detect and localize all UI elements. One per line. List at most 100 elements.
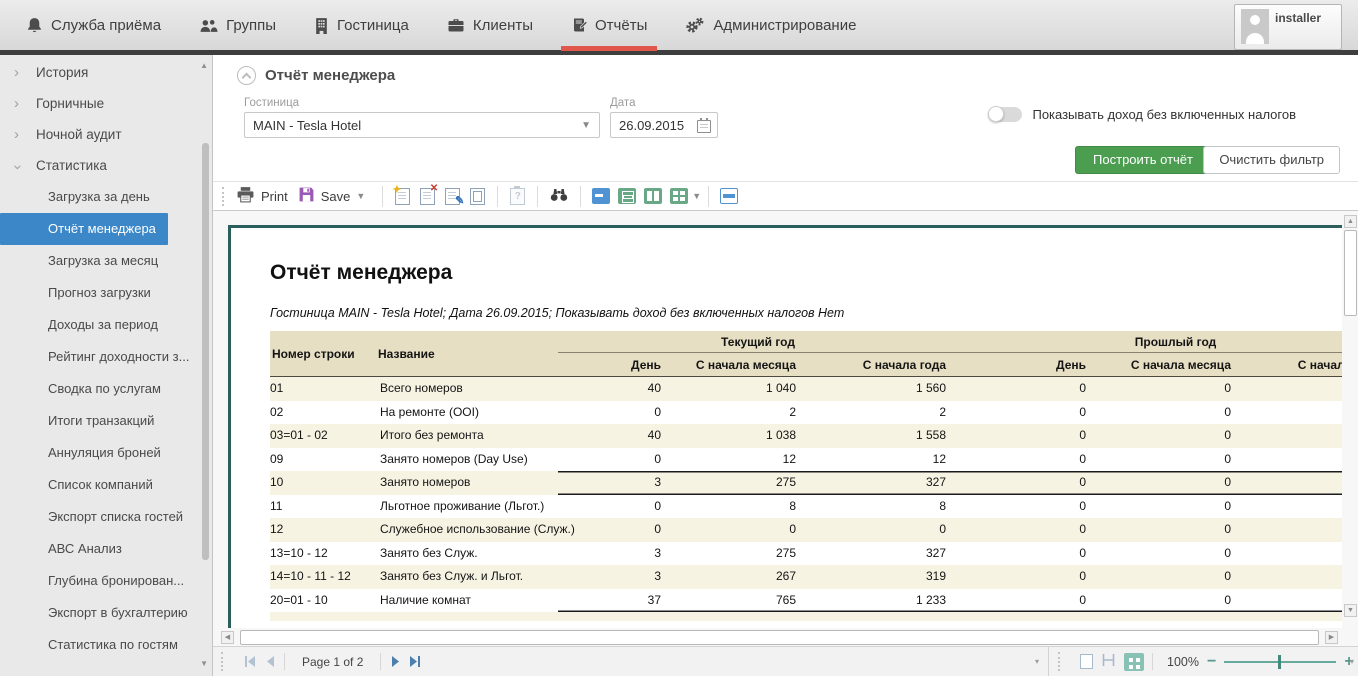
sidebar-sub-daily-load[interactable]: Загрузка за день [0,181,194,213]
zoom-controls: 100% − + [1048,647,1358,676]
horizontal-scrollbar-track[interactable] [240,630,1319,645]
tax-toggle[interactable] [988,107,1022,122]
sidebar-item-housekeeping[interactable]: › Горничные [0,88,194,119]
user-menu[interactable]: installer [1234,4,1342,50]
table-cell: 14=10 - 11 - 12 [270,565,378,589]
zoom-grid-view-icon[interactable] [1124,653,1144,671]
table-cell: 0 [958,424,1098,448]
scroll-down-icon[interactable]: ▼ [1344,604,1357,617]
table-cell: 12 [808,448,958,472]
table-row: 12 Служебное использование (Служ.) 0 0 0… [270,518,1342,542]
zoom-fit-height-icon[interactable] [1101,652,1116,671]
fit-page-width-icon[interactable] [720,188,738,204]
tab-administration[interactable]: Администрирование [685,17,856,34]
sidebar-item-statistics[interactable]: › Статистика [0,150,194,181]
view-multipage-icon[interactable] [670,188,688,204]
table-cell: 40 [558,377,673,401]
clear-filter-button[interactable]: Очистить фильтр [1203,146,1340,174]
table-cell: 1 040 [673,377,808,401]
tab-groups[interactable]: Группы [199,17,276,34]
gears-icon [685,17,705,34]
build-report-button[interactable]: Построить отчёт [1075,146,1211,174]
zoom-out-icon[interactable]: − [1207,655,1216,669]
scroll-right-icon[interactable]: ▶ [1325,631,1338,644]
sidebar-sub-abc-analysis[interactable]: АВС Анализ [0,533,194,565]
sidebar-sub-cancellations[interactable]: Аннуляция броней [0,437,194,469]
tab-hotel[interactable]: Гостиница [314,17,409,34]
table-cell: 0 [958,542,1098,566]
hotel-select-value: MAIN - Tesla Hotel [253,118,361,133]
table-cell: 0 [958,448,1098,472]
scroll-left-icon[interactable]: ◀ [221,631,234,644]
last-page-icon[interactable] [409,656,421,667]
sidebar-item-night-audit[interactable]: › Ночной аудит [0,119,194,150]
sidebar-sub-yield-rating[interactable]: Рейтинг доходности з... [0,341,194,373]
zoom-grip[interactable] [1058,652,1063,671]
tax-toggle-label: Показывать доход без включенных налогов [1032,107,1296,122]
sidebar-sub-period-income[interactable]: Доходы за период [0,309,194,341]
sidebar-scrollbar-thumb[interactable] [202,143,209,560]
tab-clients[interactable]: Клиенты [447,17,533,34]
sidebar-sub-manager-report[interactable]: Отчёт менеджера [0,213,168,245]
toolbar-grip[interactable] [222,187,227,206]
table-cell [1243,518,1342,542]
previous-page-icon[interactable] [265,656,275,667]
sidebar-sub-services-summary[interactable]: Сводка по услугам [0,373,194,405]
first-page-icon[interactable] [244,656,256,667]
hotel-label: Гостиница [244,97,299,109]
tab-reception[interactable]: Служба приёма [26,17,161,34]
table-cell: 1 233 [808,589,958,613]
new-report-icon[interactable]: ✦ [395,188,410,205]
edit-report-icon[interactable]: ✎ [445,188,460,205]
splitter-collapse-icon[interactable]: ▾ [1035,657,1039,666]
hotel-select[interactable]: MAIN - Tesla Hotel ▼ [244,112,600,138]
sidebar-sub-guest-statistics[interactable]: Статистика по гостям [0,629,194,661]
vertical-scrollbar-thumb[interactable] [1344,230,1357,316]
sidebar-sub-booking-depth[interactable]: Глубина бронирован... [0,565,194,597]
zoom-level: 100% [1167,655,1199,669]
sidebar-sub-companies[interactable]: Список компаний [0,469,194,501]
table-cell: 37 [558,589,673,613]
table-cell [1243,377,1342,401]
sidebar-scroll-up-icon[interactable]: ▲ [200,61,208,70]
save-dropdown-caret-icon[interactable]: ▼ [356,191,365,201]
sidebar-sub-guest-export[interactable]: Экспорт списка гостей [0,501,194,533]
delete-report-icon[interactable]: ✕ [420,188,435,205]
page-setup-icon[interactable] [470,188,485,205]
view-single-page-icon[interactable] [592,188,610,204]
next-page-icon[interactable] [390,656,400,667]
table-cell: 0 [1098,542,1243,566]
sidebar-sub-monthly-load[interactable]: Загрузка за месяц [0,245,194,277]
table-cell: 327 [808,542,958,566]
sidebar-sub-transactions[interactable]: Итоги транзакций [0,405,194,437]
search-binoculars-icon[interactable] [550,187,568,205]
view-mode-caret-icon[interactable]: ▼ [692,191,701,201]
sidebar-sub-accounting-export[interactable]: Экспорт в бухгалтерию [0,597,194,629]
collapse-section-icon[interactable] [237,66,256,85]
date-input[interactable]: 26.09.2015 [610,112,718,138]
sidebar-sub-load-forecast[interactable]: Прогноз загрузки [0,277,194,309]
scroll-up-icon[interactable]: ▲ [1344,215,1357,228]
calendar-icon[interactable] [697,120,711,133]
save-button[interactable]: Save ▼ [298,186,366,206]
pager-grip[interactable] [221,652,226,671]
splitter-collapse-icon[interactable]: ▾ [1350,657,1354,666]
table-cell: 0 [1098,448,1243,472]
zoom-single-page-icon[interactable] [1080,654,1093,669]
navbar-bottom-strip [0,50,1358,55]
table-cell: 0 [808,518,958,542]
view-facing-pages-icon[interactable] [644,188,662,204]
table-cell [1243,448,1342,472]
report-page: Отчёт менеджера Гостиница MAIN - Tesla H… [228,225,1342,628]
tab-reports[interactable]: Отчёты [571,17,647,34]
pager-divider [284,653,285,670]
sidebar-item-history[interactable]: › История [0,57,194,88]
print-button[interactable]: Print [236,186,288,206]
sidebar-scroll-down-icon[interactable]: ▼ [200,659,208,668]
users-icon [199,17,218,34]
zoom-slider-thumb[interactable] [1278,655,1281,669]
pager-divider [380,653,381,670]
view-continuous-icon[interactable] [618,188,636,204]
zoom-slider[interactable] [1224,655,1336,669]
tab-label: Группы [226,17,276,34]
